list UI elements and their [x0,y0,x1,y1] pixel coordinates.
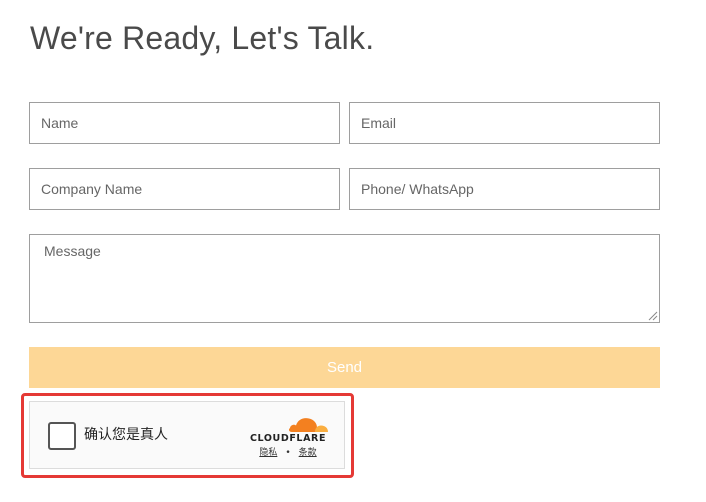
email-input[interactable] [349,102,660,144]
cloudflare-turnstile-widget: 确认您是真人 CLOUDFLARE 隐私 • 条款 [29,401,345,469]
page-title: We're Ready, Let's Talk. [30,20,375,56]
cloudflare-wordmark: CLOUDFLARE [249,433,327,444]
phone-whatsapp-input[interactable] [349,168,660,210]
link-separator: • [285,448,291,458]
company-name-input[interactable] [29,168,340,210]
terms-link[interactable]: 条款 [299,448,317,458]
cloudflare-cloud-icon [288,418,328,432]
send-button[interactable]: Send [29,347,660,388]
resize-grip-icon[interactable] [647,310,658,321]
captcha-links: 隐私 • 条款 [243,447,333,459]
privacy-link[interactable]: 隐私 [259,448,277,458]
message-textarea[interactable] [29,234,660,323]
name-input[interactable] [29,102,340,144]
captcha-label: 确认您是真人 [84,427,168,443]
captcha-checkbox[interactable] [48,422,76,450]
